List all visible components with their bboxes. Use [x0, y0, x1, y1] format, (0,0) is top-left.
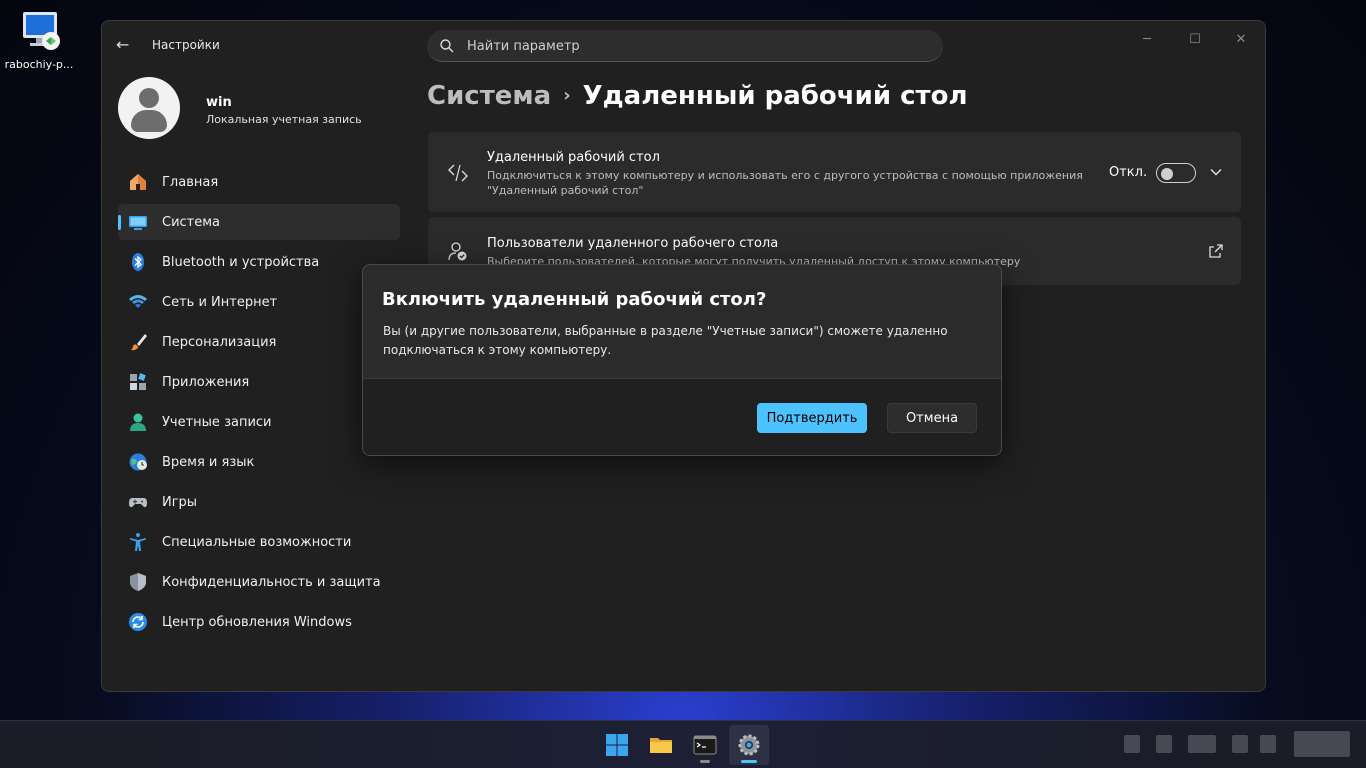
- tray-icon[interactable]: [1188, 735, 1216, 753]
- dialog-message: Вы (и другие пользователи, выбранные в р…: [383, 324, 948, 357]
- sidebar-item-accounts[interactable]: Учетные записи: [118, 404, 400, 440]
- sidebar-item-bluetooth[interactable]: Bluetooth и устройства: [118, 244, 400, 280]
- sidebar-item-time-language[interactable]: Время и язык: [118, 444, 400, 480]
- maximize-button[interactable]: ☐: [1172, 25, 1218, 55]
- tray-clock[interactable]: [1294, 731, 1350, 757]
- terminal-icon: [693, 733, 717, 761]
- avatar: [118, 77, 180, 139]
- bluetooth-icon: [128, 252, 148, 272]
- remote-desktop-card[interactable]: Удаленный рабочий стол Подключиться к эт…: [428, 132, 1241, 212]
- taskbar-file-explorer[interactable]: [641, 725, 681, 765]
- sidebar-item-label: Персонализация: [162, 334, 277, 350]
- sidebar-item-gaming[interactable]: Игры: [118, 484, 400, 520]
- sidebar-item-accessibility[interactable]: Специальные возможности: [118, 524, 400, 560]
- home-icon: [128, 172, 148, 192]
- user-name: win: [206, 95, 232, 110]
- desktop-icon-label: rabochiy-p...: [4, 58, 74, 71]
- sidebar-item-label: Сеть и Интернет: [162, 294, 278, 310]
- sidebar-item-system[interactable]: Система: [118, 204, 400, 240]
- sidebar-item-network[interactable]: Сеть и Интернет: [118, 284, 400, 320]
- sidebar-item-label: Специальные возможности: [162, 534, 352, 550]
- toggle-state-label: Откл.: [1109, 165, 1148, 180]
- search-box[interactable]: [427, 30, 943, 62]
- accounts-icon: [128, 412, 148, 432]
- tray-icon[interactable]: [1124, 735, 1140, 753]
- breadcrumb-parent[interactable]: Система: [427, 81, 551, 111]
- cancel-button[interactable]: Отмена: [887, 403, 977, 433]
- taskbar-start-button[interactable]: [597, 725, 637, 765]
- tray-icon[interactable]: [1156, 735, 1172, 753]
- time-language-icon: [128, 452, 148, 472]
- sidebar-item-label: Центр обновления Windows: [162, 614, 352, 630]
- wifi-icon: [128, 292, 148, 312]
- breadcrumb-separator-icon: ›: [563, 85, 571, 106]
- account-type: Локальная учетная запись: [206, 113, 362, 126]
- brush-icon: [128, 332, 148, 352]
- sidebar-item-label: Главная: [162, 174, 219, 190]
- minimize-button[interactable]: ─: [1124, 25, 1170, 55]
- confirm-button[interactable]: Подтвердить: [757, 403, 867, 433]
- taskbar-terminal[interactable]: [685, 725, 725, 765]
- sidebar-item-label: Игры: [162, 494, 198, 510]
- system-icon: [128, 212, 148, 232]
- desktop-shortcut-rdp[interactable]: rabochiy-p...: [0, 6, 78, 71]
- chevron-down-icon[interactable]: [1208, 164, 1224, 180]
- sidebar-item-label: Система: [162, 214, 221, 230]
- back-button[interactable]: ←: [116, 35, 136, 55]
- apps-icon: [128, 372, 148, 392]
- update-icon: [128, 612, 148, 632]
- sidebar-nav: Главная Система Bluetooth и устройства С…: [118, 164, 400, 644]
- sidebar-item-windows-update[interactable]: Центр обновления Windows: [118, 604, 400, 640]
- sidebar-item-label: Учетные записи: [162, 414, 272, 430]
- remote-desktop-toggle[interactable]: [1156, 163, 1196, 183]
- tray-icon[interactable]: [1260, 735, 1276, 753]
- sidebar-item-apps[interactable]: Приложения: [118, 364, 400, 400]
- gamepad-icon: [128, 492, 148, 512]
- remote-desktop-shortcut-icon: [15, 6, 63, 54]
- app-title: Настройки: [152, 38, 220, 52]
- close-button[interactable]: ✕: [1218, 25, 1264, 55]
- dialog-footer: Подтвердить Отмена: [363, 378, 1001, 455]
- remote-desktop-title: Удаленный рабочий стол: [487, 150, 660, 165]
- dialog-title: Включить удаленный рабочий стол?: [382, 289, 767, 310]
- title-bar: ← Настройки ─ ☐ ✕: [102, 21, 1265, 69]
- breadcrumb: Система › Удаленный рабочий стол: [427, 81, 968, 111]
- search-input[interactable]: [467, 36, 927, 56]
- remote-desktop-description: Подключиться к этому компьютеру и исполь…: [487, 169, 1083, 197]
- accessibility-icon: [128, 532, 148, 552]
- sidebar-item-label: Конфиденциальность и защита: [162, 574, 381, 590]
- sidebar-item-label: Приложения: [162, 374, 250, 390]
- file-explorer-icon: [649, 733, 673, 761]
- sidebar-item-privacy[interactable]: Конфиденциальность и защита: [118, 564, 400, 600]
- users-check-icon: [446, 239, 470, 263]
- taskbar: [0, 720, 1366, 768]
- start-icon: [605, 733, 629, 761]
- sidebar-item-home[interactable]: Главная: [118, 164, 400, 200]
- remote-desktop-icon: [446, 161, 470, 185]
- sidebar-item-personalization[interactable]: Персонализация: [118, 324, 400, 360]
- tray-icon[interactable]: [1232, 735, 1248, 753]
- page-title: Удаленный рабочий стол: [582, 81, 968, 111]
- shield-icon: [128, 572, 148, 592]
- user-profile[interactable]: win Локальная учетная запись: [118, 77, 362, 139]
- settings-icon: [737, 733, 761, 761]
- search-icon: [439, 38, 455, 54]
- taskbar-settings[interactable]: [729, 725, 769, 765]
- enable-remote-desktop-dialog: Включить удаленный рабочий стол? Вы (и д…: [362, 264, 1002, 456]
- sidebar-item-label: Bluetooth и устройства: [162, 254, 320, 270]
- external-link-icon[interactable]: [1208, 243, 1224, 259]
- remote-users-title: Пользователи удаленного рабочего стола: [487, 236, 779, 251]
- sidebar-item-label: Время и язык: [162, 454, 255, 470]
